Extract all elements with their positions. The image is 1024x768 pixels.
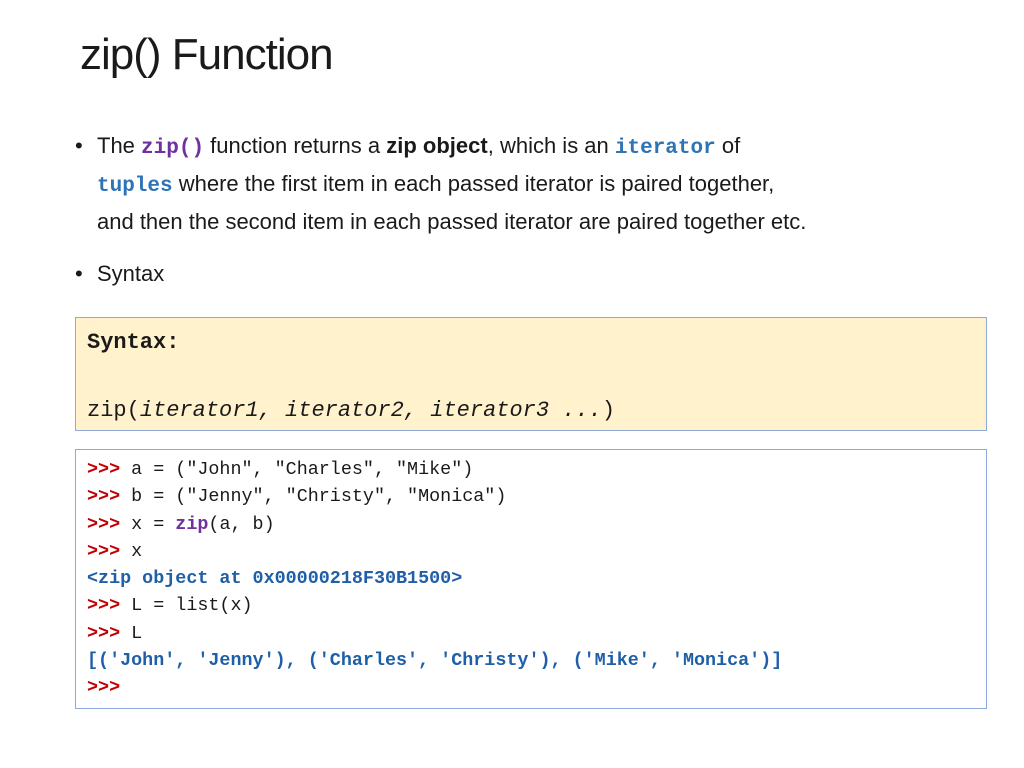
slide-title: zip() Function bbox=[80, 30, 334, 79]
text-function-returns: function returns a bbox=[204, 133, 387, 158]
shell-prompt: >>> bbox=[87, 540, 121, 562]
shell-prompt: >>> bbox=[87, 459, 121, 480]
slide: zip() Function • The zip() function retu… bbox=[0, 0, 1024, 768]
shell-line: >>> bbox=[87, 674, 975, 701]
shell-command: x bbox=[120, 540, 143, 562]
shell-line: >>> x bbox=[87, 538, 975, 565]
text-of: of bbox=[715, 133, 741, 158]
shell-line: >>> b = ("Jenny", "Christy", "Monica") bbox=[87, 483, 975, 510]
shell-prompt: >>> bbox=[87, 595, 121, 617]
shell-output: <zip object at 0x00000218F30B1500> bbox=[87, 568, 463, 590]
code-tuples: tuples bbox=[97, 175, 173, 198]
syntax-label: Syntax: bbox=[87, 330, 180, 355]
syntax-call-name: zip( bbox=[87, 398, 140, 423]
shell-command: b = ("Jenny", "Christy", "Monica") bbox=[120, 486, 507, 508]
shell-line: [('John', 'Jenny'), ('Charles', 'Christy… bbox=[87, 647, 975, 674]
bullet-marker: • bbox=[75, 261, 83, 286]
shell-prompt: >>> bbox=[87, 677, 121, 699]
bullet-item-description: • The zip() function returns a zip objec… bbox=[75, 128, 975, 239]
bullet-marker: • bbox=[75, 133, 83, 158]
code-zip: zip() bbox=[141, 137, 205, 160]
syntax-signature: zip(iterator1, iterator2, iterator3 ...) bbox=[87, 394, 975, 428]
shell-line: >>> a = ("John", "Charles", "Mike") bbox=[87, 456, 975, 483]
shell-line: >>> L = list(x) bbox=[87, 592, 975, 619]
description-line-2: tuples where the first item in each pass… bbox=[97, 166, 975, 204]
shell-prompt: >>> bbox=[87, 513, 121, 535]
shell-command: L bbox=[120, 622, 143, 644]
python-shell-example: >>> a = ("John", "Charles", "Mike") >>> b… bbox=[75, 449, 987, 709]
text-where-first-item: where the first item in each passed iter… bbox=[172, 171, 775, 196]
shell-line: <zip object at 0x00000218F30B1500> bbox=[87, 565, 975, 592]
syntax-args: iterator1, iterator2, iterator3 ... bbox=[139, 398, 602, 423]
shell-line: >>> x = zip(a, b) bbox=[87, 511, 975, 538]
text-zip-object: zip object bbox=[386, 133, 488, 158]
shell-prompt: >>> bbox=[87, 486, 121, 508]
bullet-item-syntax: • Syntax bbox=[75, 256, 975, 291]
shell-prompt: >>> bbox=[87, 622, 121, 644]
shell-line: >>> L bbox=[87, 620, 975, 647]
bullet-syntax-text: Syntax bbox=[97, 261, 165, 286]
text-which-is-an: , which is an bbox=[487, 133, 615, 158]
shell-command: x = bbox=[120, 513, 176, 535]
shell-keyword-zip: zip bbox=[175, 513, 209, 535]
shell-output: [('John', 'Jenny'), ('Charles', 'Christy… bbox=[87, 650, 783, 672]
shell-command: (a, b) bbox=[208, 513, 275, 535]
shell-command: L = list(x) bbox=[120, 595, 253, 617]
shell-command: a = ("John", "Charles", "Mike") bbox=[120, 459, 474, 480]
code-iterator: iterator bbox=[614, 137, 716, 160]
text-the: The bbox=[97, 133, 142, 158]
description-line-1: The zip() function returns a zip object,… bbox=[97, 128, 975, 166]
syntax-box: Syntax: zip(iterator1, iterator2, iterat… bbox=[75, 317, 987, 431]
description-line-3: and then the second item in each passed … bbox=[97, 209, 807, 234]
bullet-list: • The zip() function returns a zip objec… bbox=[75, 128, 975, 291]
syntax-close-paren: ) bbox=[601, 398, 616, 423]
